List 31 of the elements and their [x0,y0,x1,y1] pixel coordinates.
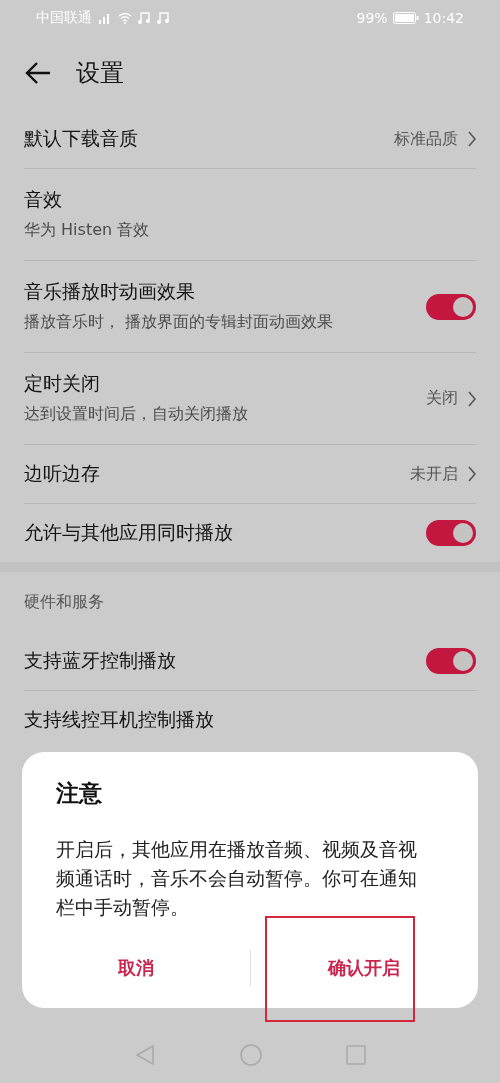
battery-icon [392,12,419,24]
setting-description: 华为 Histen 音效 [24,219,151,242]
setting-title: 音效 [24,187,63,213]
toggle-switch[interactable] [426,648,476,674]
setting-title: 默认下载音质 [24,126,139,151]
dialog-button[interactable]: 取消 [107,950,164,986]
setting-title: 支持线控耳机控制播放 [24,707,215,732]
back-arrow-icon[interactable] [24,61,52,85]
toggle-switch[interactable] [426,520,476,546]
setting-value[interactable]: 标准品质 [394,128,458,150]
setting-title: 允许与其他应用同时播放 [24,520,234,545]
setting-description: 播放音乐时， 播放界面的专辑封面动画效果 [24,311,335,334]
chevron-right-icon [468,466,476,482]
section-header: 硬件和服务 [24,591,104,613]
setting-value[interactable]: 未开启 [410,463,458,485]
setting-description: 达到设置时间后，自动关闭播放 [24,403,249,426]
setting-title: 定时关闭 [24,371,101,397]
toggle-switch[interactable] [426,293,476,320]
setting-value[interactable]: 关闭 [426,388,458,409]
chevron-right-icon [468,131,476,147]
setting-title: 支持蓝牙控制播放 [24,648,177,673]
page-title: 设置 [76,58,124,89]
dialog-title: 注意 [56,780,102,806]
chevron-right-icon [468,390,476,407]
dialog-button[interactable]: 确认开启 [318,950,411,986]
dialog-message: 开启后，其他应用在播放音频、视频及音视频通话时，音乐不会自动暂停。你可在通知栏中手动暂停。 [56,838,418,920]
wifi-icon [118,12,132,24]
setting-title: 音乐播放时动画效果 [24,279,196,305]
setting-title: 边听边存 [24,461,101,486]
music-note-icon [156,11,170,25]
music-note-icon [137,11,151,25]
